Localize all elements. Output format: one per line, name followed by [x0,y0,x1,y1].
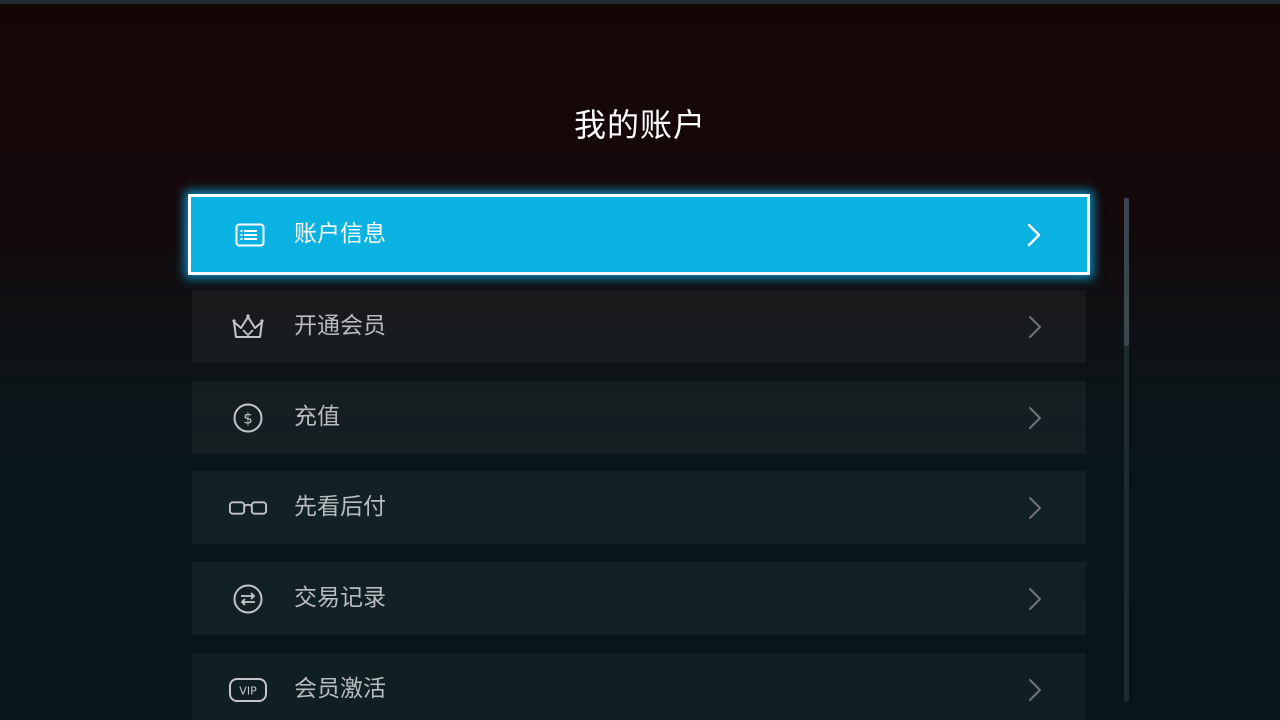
chevron-right-icon [1028,586,1042,612]
menu-item-label: 账户信息 [294,221,386,247]
scrollbar-thumb[interactable] [1124,198,1129,346]
id-card-icon [230,219,270,251]
menu-item-open-membership[interactable]: 开通会员 [192,290,1086,363]
chevron-right-icon [1028,677,1042,703]
menu-item-label: 先看后付 [294,494,386,520]
scrollbar-track[interactable] [1124,198,1129,702]
crown-icon [228,311,268,343]
svg-text:$: $ [243,410,253,428]
menu-item-label: 会员激活 [294,676,386,702]
svg-text:VIP: VIP [239,685,257,698]
chevron-right-icon [1028,314,1042,340]
menu-item-label: 充值 [294,404,340,430]
chevron-right-icon [1028,495,1042,521]
menu-item-recharge[interactable]: $ 充值 [192,381,1086,454]
menu-item-membership-activation[interactable]: VIP 会员激活 [192,653,1086,720]
menu-item-account-info[interactable]: 账户信息 [188,194,1090,275]
chevron-right-icon [1028,405,1042,431]
menu-item-label: 交易记录 [294,585,386,611]
menu-item-label: 开通会员 [294,313,386,339]
menu-item-watch-first-pay-later[interactable]: 先看后付 [192,471,1086,544]
glasses-icon [228,492,268,524]
account-menu-list: 账户信息 开通会员 $ 充值 先看后付 交易记录 VIP 会员激活 [0,0,1280,720]
chevron-right-icon [1027,222,1041,248]
exchange-icon [228,583,268,615]
menu-item-transaction-records[interactable]: 交易记录 [192,562,1086,635]
vip-badge-icon: VIP [228,674,268,706]
dollar-coin-icon: $ [228,402,268,434]
